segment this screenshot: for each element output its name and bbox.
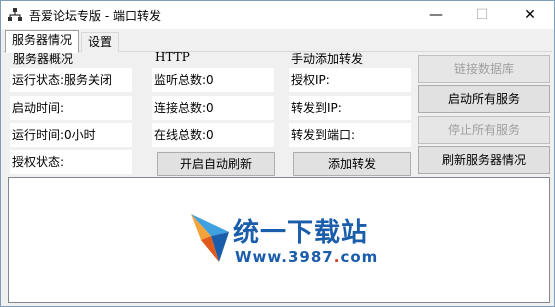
- http-heading: HTTP: [155, 50, 190, 64]
- refresh-info-button[interactable]: 刷新服务器情况: [418, 146, 550, 174]
- listen-total-field: 监听总数:0: [152, 68, 274, 92]
- maximize-button[interactable]: ☐: [459, 1, 505, 29]
- connect-db-button[interactable]: 链接数据库: [418, 55, 550, 83]
- forward-ip-field[interactable]: 转发到IP:: [289, 96, 411, 120]
- start-time-field: 启动时间:: [10, 96, 132, 120]
- watermark-url-suffix: com: [340, 248, 379, 266]
- run-status-field: 运行状态:服务关闭: [10, 68, 132, 92]
- maximize-icon: ☐: [475, 7, 489, 23]
- network-icon: [8, 8, 22, 21]
- window-title: 吾爱论坛专版 - 端口转发: [29, 9, 161, 23]
- forward-port-field[interactable]: 转发到端口:: [289, 123, 411, 147]
- online-total-field: 在线总数:0: [152, 123, 274, 147]
- download-logo-icon: [191, 214, 229, 262]
- watermark-url: Www.3987.com: [235, 248, 378, 266]
- start-all-button[interactable]: 启动所有服务: [418, 85, 550, 113]
- auth-ip-field[interactable]: 授权IP:: [289, 68, 411, 92]
- stop-all-button[interactable]: 停止所有服务: [418, 116, 550, 144]
- minimize-icon: —: [429, 7, 443, 23]
- watermark-url-prefix: Www.3987: [235, 248, 334, 266]
- close-icon: ✕: [524, 7, 536, 23]
- auto-refresh-button[interactable]: 开启自动刷新: [157, 152, 275, 176]
- watermark-name: 统一下载站: [233, 218, 369, 248]
- tab-bar: 服务器情况 设置: [3, 30, 552, 53]
- app-window: 吾爱论坛专版 - 端口转发 — ☐ ✕ 服务器情况 设置 服务器概况 运行状态:…: [0, 0, 555, 307]
- tab-server-status[interactable]: 服务器情况: [5, 30, 80, 53]
- auth-status-field: 授权状态:: [10, 150, 132, 174]
- manual-forward-heading: 手动添加转发: [291, 52, 364, 66]
- log-output-area[interactable]: 统一下载站 Www.3987.com: [8, 177, 550, 303]
- watermark-logo: 统一下载站 Www.3987.com: [189, 208, 379, 270]
- run-time-field: 运行时间:0小时: [10, 123, 132, 147]
- close-button[interactable]: ✕: [507, 1, 553, 29]
- add-forward-button[interactable]: 添加转发: [293, 152, 411, 176]
- title-bar[interactable]: 吾爱论坛专版 - 端口转发 — ☐ ✕: [1, 1, 554, 29]
- tab-settings[interactable]: 设置: [81, 32, 120, 52]
- conn-total-field: 连接总数:0: [152, 96, 274, 120]
- minimize-button[interactable]: —: [413, 1, 459, 29]
